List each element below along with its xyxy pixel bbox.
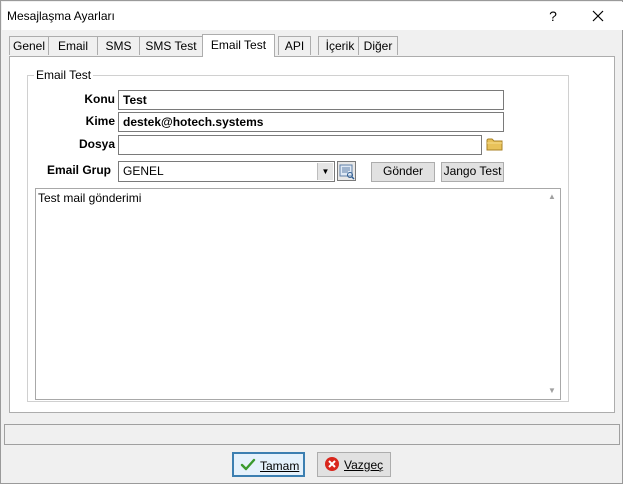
vazgec-button[interactable]: Vazgeç <box>317 452 391 477</box>
help-button[interactable]: ? <box>533 2 573 30</box>
tab-diger[interactable]: Diğer <box>358 36 398 55</box>
gonder-button[interactable]: Gönder <box>371 162 435 182</box>
scroll-up-icon[interactable]: ▲ <box>544 189 560 205</box>
message-body-textarea[interactable]: Test mail gönderimi ▲ ▼ <box>35 188 561 400</box>
window-title: Mesajlaşma Ayarları <box>7 9 115 23</box>
tamam-label: Tamam <box>260 459 300 473</box>
message-body-text: Test mail gönderimi <box>38 191 142 205</box>
group-title: Email Test <box>34 68 94 82</box>
close-button[interactable] <box>578 2 618 30</box>
kime-label: Kime <box>85 114 115 128</box>
konu-field[interactable]: Test <box>118 90 504 110</box>
email-grup-label: Email Grup <box>46 163 111 177</box>
email-grup-select[interactable]: GENEL ▼ <box>118 161 335 182</box>
vazgec-label: Vazgeç <box>344 458 384 472</box>
tab-api[interactable]: API <box>278 36 311 55</box>
tab-sms-test[interactable]: SMS Test <box>139 36 203 55</box>
tamam-button[interactable]: Tamam <box>232 452 305 477</box>
scroll-down-icon[interactable]: ▼ <box>544 383 560 399</box>
konu-label: Konu <box>84 92 115 106</box>
status-bar <box>4 424 620 445</box>
dosya-field[interactable] <box>118 135 482 155</box>
tab-icerik[interactable]: İçerik <box>318 36 362 55</box>
dosya-label: Dosya <box>78 137 115 151</box>
tab-panel-email-test: Email Test Konu Test Kime destek@hotech.… <box>9 56 615 413</box>
vertical-scrollbar[interactable]: ▲ ▼ <box>544 189 560 399</box>
tab-genel[interactable]: Genel <box>9 36 49 55</box>
browse-folder-button[interactable] <box>486 136 504 154</box>
jango-test-button[interactable]: Jango Test <box>441 162 504 182</box>
email-test-group: Email Test Konu Test Kime destek@hotech.… <box>27 68 569 402</box>
tab-email-test[interactable]: Email Test <box>202 34 275 57</box>
tab-sms[interactable]: SMS <box>97 36 140 55</box>
close-icon <box>592 10 604 22</box>
lookup-button[interactable] <box>337 161 356 181</box>
check-icon <box>240 458 256 471</box>
lookup-icon <box>339 164 355 180</box>
title-bar: Mesajlaşma Ayarları ? <box>2 2 623 30</box>
kime-field[interactable]: destek@hotech.systems <box>118 112 504 132</box>
dropdown-arrow-icon[interactable]: ▼ <box>317 163 333 180</box>
cancel-x-icon <box>325 457 339 471</box>
folder-icon <box>486 138 503 151</box>
dialog-window: Mesajlaşma Ayarları ? Genel Email SMS SM… <box>0 0 623 484</box>
tab-email[interactable]: Email <box>48 36 98 55</box>
email-grup-value: GENEL <box>123 164 164 178</box>
